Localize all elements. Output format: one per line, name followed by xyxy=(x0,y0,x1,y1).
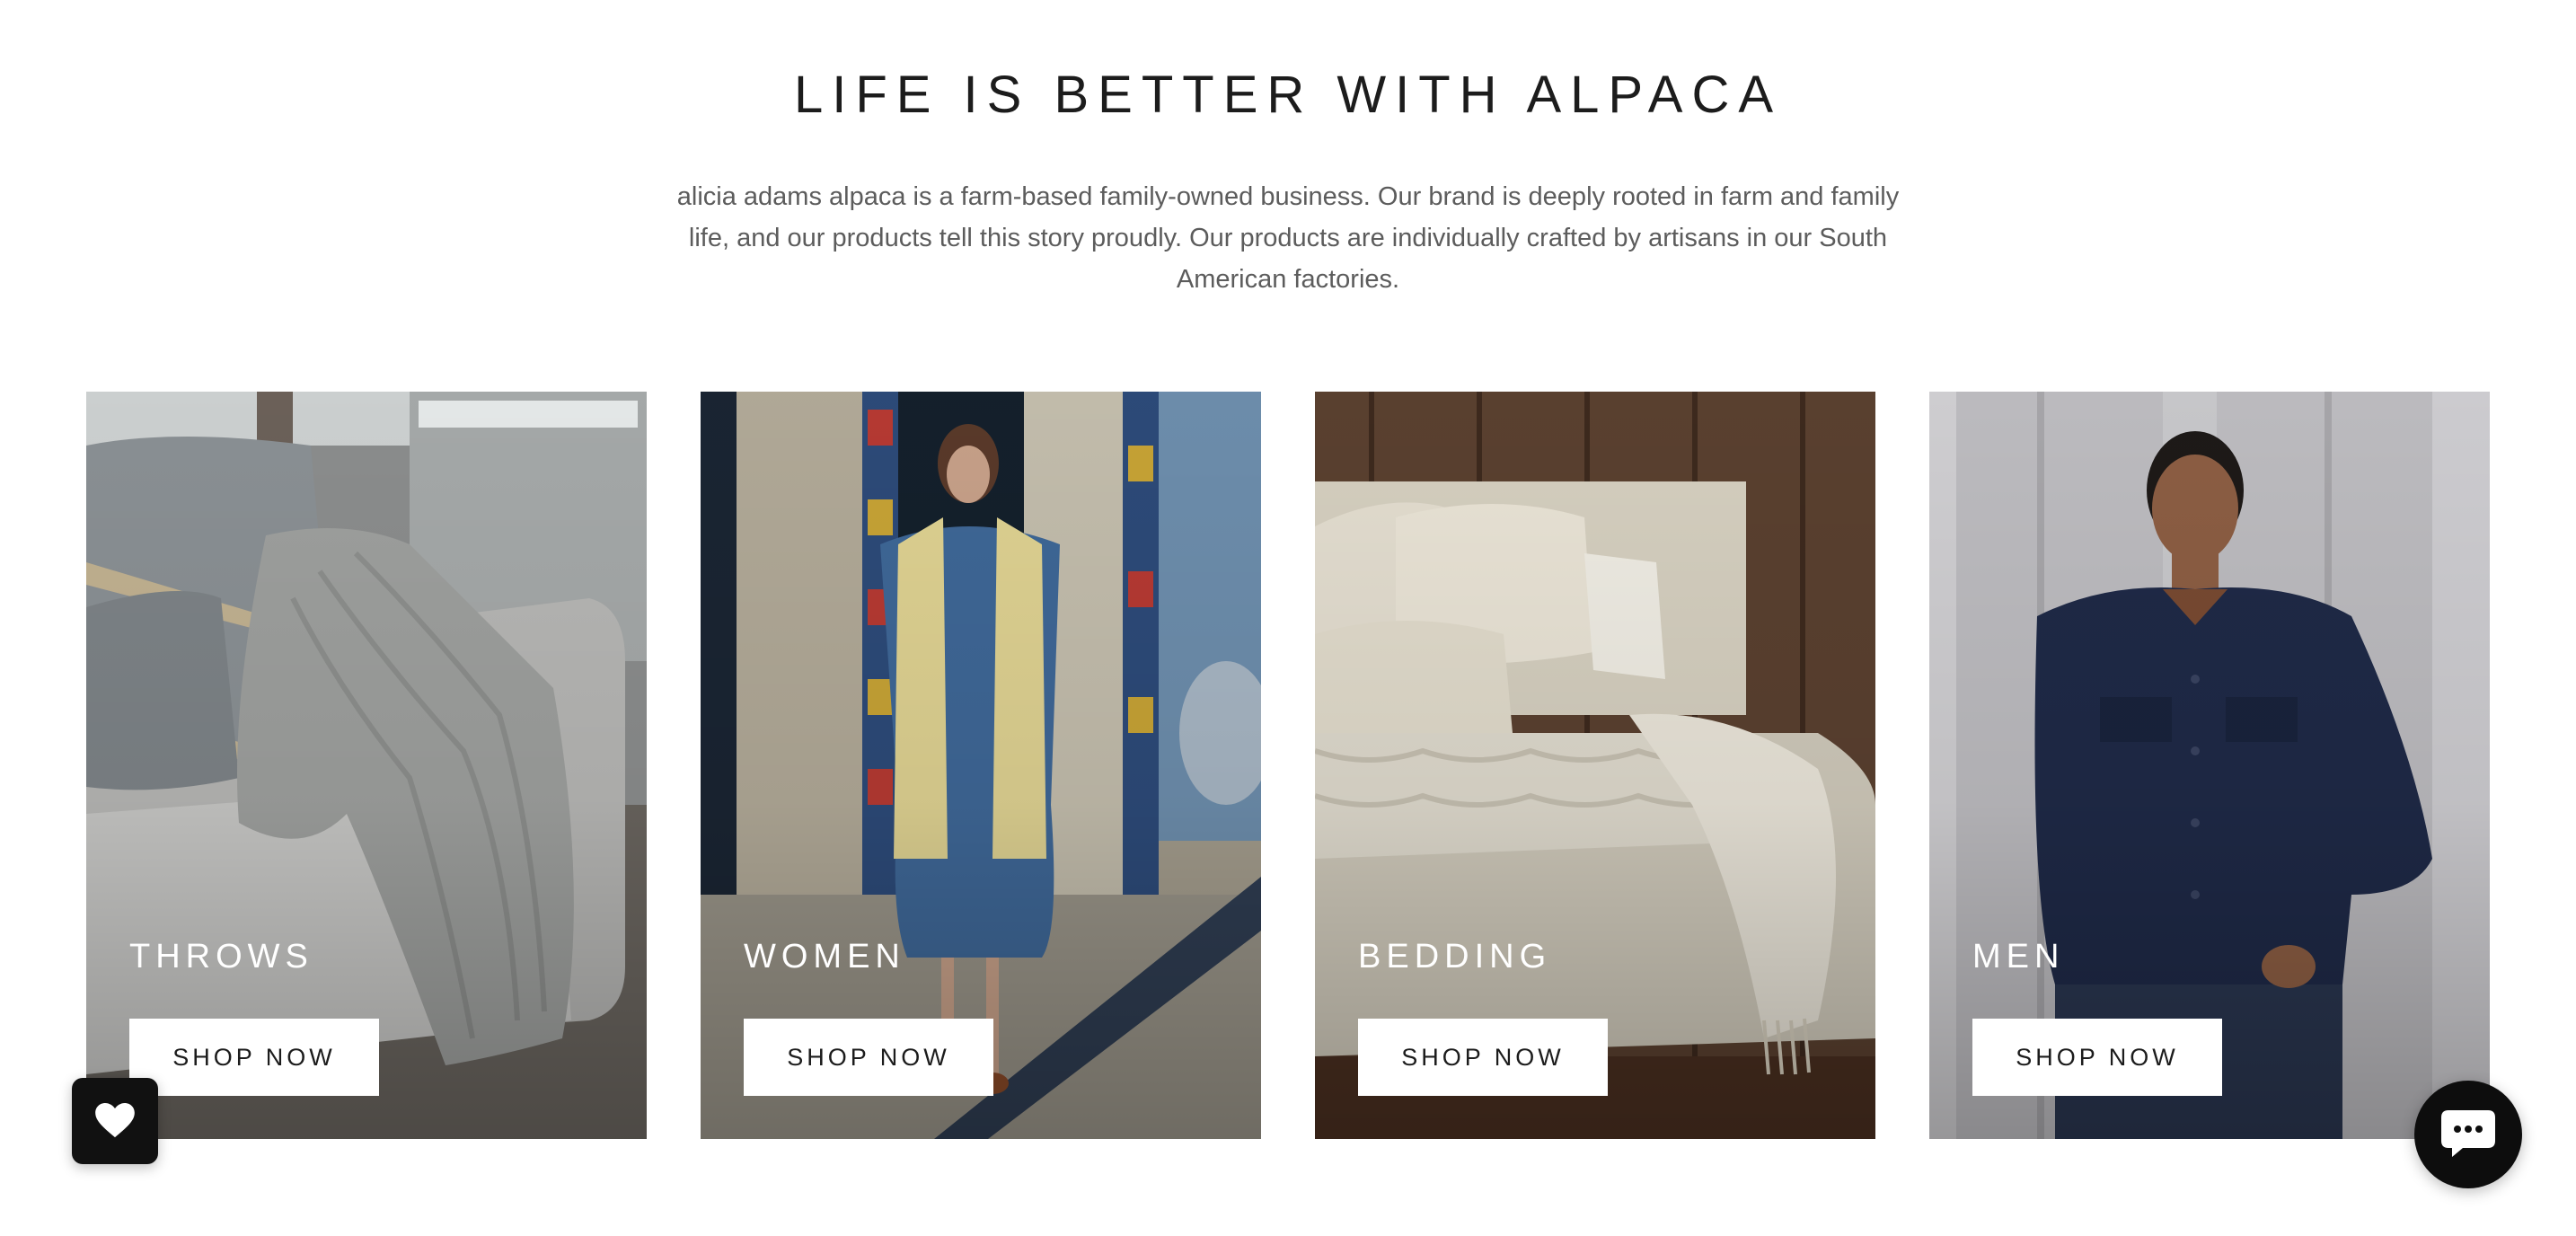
shop-now-button-men[interactable]: SHOP NOW xyxy=(1972,1019,2222,1096)
category-card-throws[interactable]: THROWS SHOP NOW xyxy=(86,392,647,1139)
shop-now-button-throws[interactable]: SHOP NOW xyxy=(129,1019,379,1096)
category-label: WOMEN xyxy=(744,938,905,976)
category-card-men[interactable]: MEN SHOP NOW xyxy=(1929,392,2490,1139)
category-label: BEDDING xyxy=(1358,938,1552,976)
category-card-bedding[interactable]: BEDDING SHOP NOW xyxy=(1315,392,1875,1139)
category-label: MEN xyxy=(1972,938,2065,976)
category-label: THROWS xyxy=(129,938,313,976)
page: LIFE IS BETTER WITH ALPACA alicia adams … xyxy=(0,0,2576,1236)
wishlist-button[interactable] xyxy=(72,1078,158,1164)
category-card-women[interactable]: WOMEN SHOP NOW xyxy=(701,392,1261,1139)
shop-now-button-women[interactable]: SHOP NOW xyxy=(744,1019,993,1096)
heart-icon xyxy=(95,1103,135,1138)
section-description: alicia adams alpaca is a farm-based fami… xyxy=(676,182,1900,294)
section-title: LIFE IS BETTER WITH ALPACA xyxy=(793,66,1783,124)
chat-button[interactable] xyxy=(2414,1081,2522,1188)
chat-bubble-icon xyxy=(2441,1110,2495,1157)
category-grid: THROWS SHOP NOW WOMEN SHOP NOW BEDDING S… xyxy=(86,392,2490,1139)
shop-now-button-bedding[interactable]: SHOP NOW xyxy=(1358,1019,1608,1096)
